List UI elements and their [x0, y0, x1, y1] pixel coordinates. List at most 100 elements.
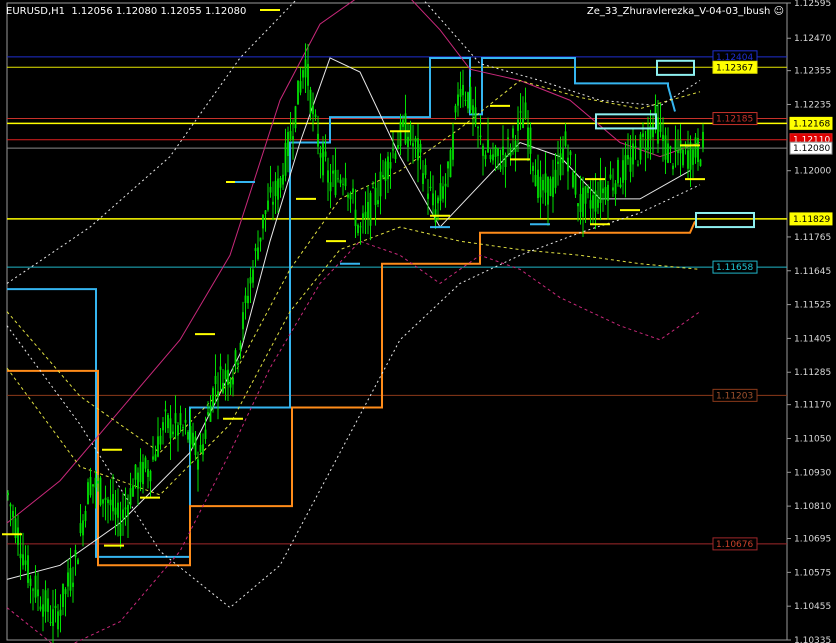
candle-body	[639, 134, 642, 160]
candle-body	[589, 200, 592, 209]
candle-body	[104, 497, 107, 500]
candle-body	[134, 464, 137, 480]
candle-body	[399, 121, 402, 147]
candle-body	[124, 507, 127, 510]
candle	[209, 395, 212, 422]
candle-body	[99, 477, 102, 505]
candle-body	[19, 553, 22, 559]
candle	[694, 132, 697, 164]
candle-body	[24, 560, 27, 565]
candle-body	[182, 427, 184, 429]
candle	[9, 502, 12, 527]
candle	[444, 173, 447, 208]
candle-body	[664, 135, 667, 160]
candle	[329, 163, 332, 209]
candle-body	[384, 161, 387, 181]
candle-body	[79, 523, 82, 534]
candle-body	[84, 510, 87, 521]
candle-body	[304, 59, 307, 78]
candle	[609, 161, 612, 180]
candle-body	[422, 173, 424, 184]
white-upper-dotted	[6, 0, 701, 284]
candle	[227, 354, 229, 401]
candle-body	[694, 137, 697, 158]
candle-body	[364, 211, 367, 218]
candle-body	[209, 405, 212, 422]
candle	[434, 190, 437, 229]
cyan-box-0	[656, 59, 695, 76]
candle-body	[599, 178, 602, 203]
candle-body	[297, 80, 299, 105]
candle-body	[417, 138, 419, 161]
candle	[657, 99, 659, 153]
candle-body	[229, 379, 232, 388]
candle	[484, 150, 487, 167]
candle-body	[234, 350, 237, 365]
candle	[699, 158, 702, 167]
candle-body	[154, 454, 157, 461]
candle-body	[537, 169, 539, 199]
candle-body	[204, 429, 207, 440]
candle	[194, 431, 197, 461]
candle-body	[559, 153, 562, 176]
candle-body	[272, 201, 274, 205]
candle	[57, 604, 59, 638]
candle-body	[519, 111, 522, 113]
candle	[392, 131, 394, 159]
candle-body	[292, 136, 294, 141]
candle	[14, 507, 17, 544]
level-label-2: 1.12185	[716, 115, 753, 125]
candle-body	[32, 589, 34, 591]
candle	[467, 91, 469, 114]
candle-body	[532, 165, 534, 171]
candle-body	[219, 366, 222, 370]
candle	[504, 152, 507, 188]
candle	[82, 514, 84, 547]
candle	[374, 172, 377, 226]
candle-body	[539, 176, 542, 198]
candle-body	[547, 176, 549, 205]
candle	[562, 136, 564, 176]
candle	[184, 408, 187, 435]
candle	[202, 433, 204, 462]
candle-body	[344, 178, 347, 187]
candle-body	[287, 132, 289, 156]
candle-body	[397, 145, 399, 150]
candle	[129, 472, 132, 509]
candle	[389, 152, 392, 189]
candle	[614, 179, 617, 206]
candle	[312, 92, 314, 132]
candle-body	[162, 422, 164, 431]
candle-body	[374, 187, 377, 205]
symbol-label: EURUSD,H1	[6, 6, 66, 17]
candle	[299, 67, 302, 96]
chart-frame	[6, 2, 788, 641]
candle-body	[367, 202, 369, 219]
candle	[449, 147, 452, 178]
candle	[544, 152, 547, 206]
chart-window[interactable]: 1.12595 1.12470 1.12355 1.12235 1.12000 1.117…	[0, 0, 836, 643]
candle-body	[59, 609, 62, 616]
candle	[19, 532, 22, 580]
candle-body	[652, 124, 654, 138]
candle-body	[692, 149, 694, 165]
candle	[377, 182, 379, 208]
candle-body	[572, 172, 574, 188]
candle	[32, 587, 34, 611]
candle	[414, 135, 417, 159]
candle	[664, 127, 667, 175]
candle-body	[499, 165, 502, 170]
candle	[624, 141, 627, 198]
price-chart[interactable]: 1.12595 1.12470 1.12355 1.12235 1.12000 1.117…	[0, 0, 836, 643]
ohlc-label: 1.12056 1.12080 1.12055 1.12080	[71, 6, 247, 17]
candle	[22, 532, 24, 570]
y-tick-label-12: 1.10930	[794, 468, 831, 478]
candle	[569, 149, 572, 166]
candle-body	[644, 148, 647, 151]
candle	[492, 142, 494, 165]
candle	[337, 169, 339, 183]
candle-body	[677, 150, 679, 154]
candle-body	[132, 485, 134, 497]
candle-body	[322, 143, 324, 176]
candle	[154, 445, 157, 462]
